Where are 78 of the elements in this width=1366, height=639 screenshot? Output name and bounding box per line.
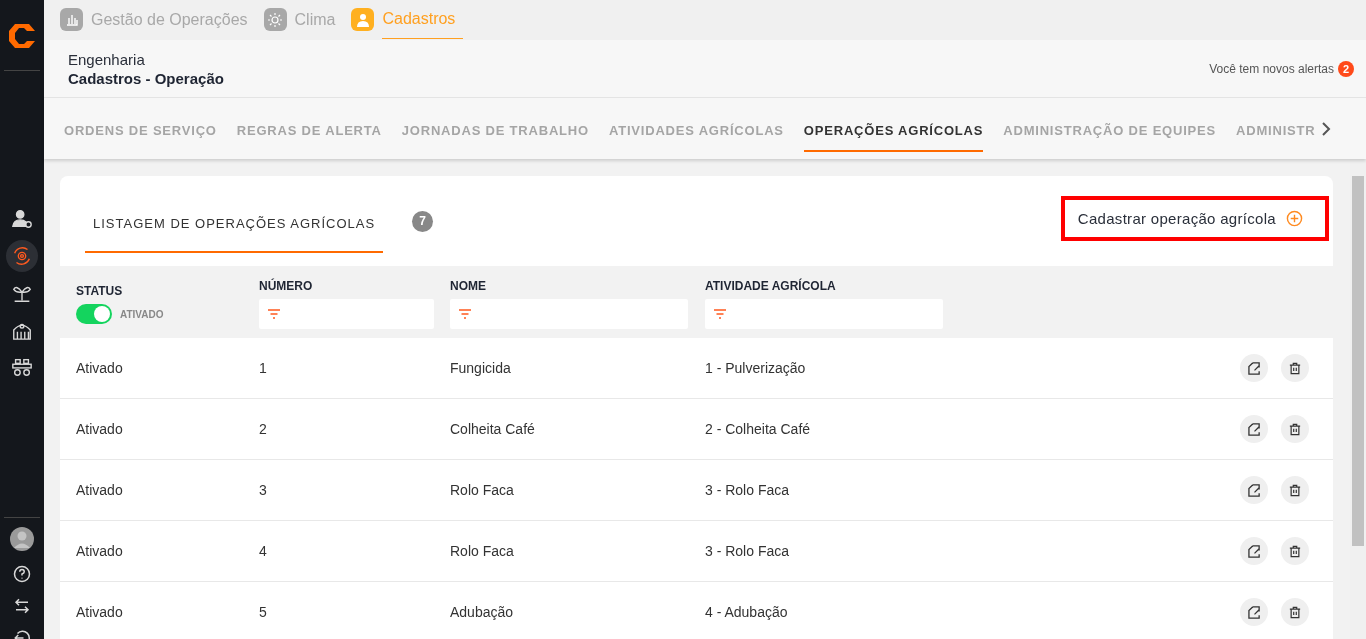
table-cell-text: 1: [259, 360, 268, 376]
table-cell-text: Ativado: [76, 421, 124, 437]
filter-icon: [458, 309, 472, 319]
table-cell-text: Ativado: [76, 482, 124, 498]
edit-icon: [1247, 422, 1261, 436]
table-cell-text: Adubação: [450, 604, 515, 620]
trash-icon: [1289, 422, 1301, 436]
delete-button[interactable]: [1281, 354, 1309, 382]
section-tab[interactable]: OPERAÇÕES AGRÍCOLAS: [803, 109, 984, 152]
table-cell-text: Ativado: [76, 543, 124, 559]
table-cell-text: 4: [259, 543, 268, 559]
plus-circle-icon: [1286, 209, 1303, 227]
add-operation-button[interactable]: Cadastrar operação agrícola: [1077, 209, 1303, 227]
filter-field[interactable]: [705, 299, 943, 329]
table-cell-text: 2: [259, 421, 268, 437]
gear-cycle-icon[interactable]: [6, 240, 38, 272]
column-header: STATUS: [76, 284, 124, 298]
table-cell-text: Colheita Café: [450, 421, 536, 437]
trash-icon: [1289, 483, 1301, 497]
section-tab[interactable]: ATIVIDADES AGRÍCOLAS: [608, 109, 784, 152]
filter-icon: [713, 309, 727, 319]
sun-icon: [267, 11, 284, 28]
avatar[interactable]: [10, 527, 34, 551]
filter-field[interactable]: [450, 299, 688, 329]
logo-icon: [7, 21, 37, 51]
toggle-label: ATIVADO: [120, 308, 164, 320]
edit-button[interactable]: [1240, 354, 1268, 382]
app-tab[interactable]: Cadastros: [351, 0, 464, 40]
table-cell-text: 3 - Rolo Faca: [705, 543, 791, 559]
section-tab[interactable]: REGRAS DE ALERTA: [236, 109, 382, 152]
section-tab[interactable]: ORDENS DE SERVIÇO: [64, 109, 217, 152]
section-tab[interactable]: ADMINISTRAÇÃO DE EQUIPES: [1003, 109, 1217, 152]
edit-button[interactable]: [1240, 537, 1268, 565]
table-cell-text: 3: [259, 482, 268, 498]
section-tab[interactable]: ADMINISTR: [1236, 109, 1316, 152]
column-header: NOME: [450, 279, 487, 293]
table-cell-text: 3 - Rolo Faca: [705, 482, 791, 498]
listing-tab[interactable]: LISTAGEM DE OPERAÇÕES AGRÍCOLAS: [85, 195, 384, 253]
user-icon: [354, 11, 371, 28]
table-cell-text: 1 - Pulverização: [705, 360, 807, 376]
trash-icon: [1289, 605, 1301, 619]
edit-icon: [1247, 483, 1261, 497]
section-tab[interactable]: JORNADAS DE TRABALHO: [401, 109, 589, 152]
filter-field[interactable]: [259, 299, 434, 329]
table-cell-text: Rolo Faca: [450, 543, 515, 559]
edit-button[interactable]: [1240, 415, 1268, 443]
table-cell-text: 4 - Adubação: [705, 604, 789, 620]
status-toggle[interactable]: [76, 304, 112, 324]
filter-icon: [267, 309, 281, 319]
column-header: ATIVIDADE AGRÍCOLA: [705, 279, 837, 293]
delete-button[interactable]: [1281, 415, 1309, 443]
delete-button[interactable]: [1281, 598, 1309, 626]
delete-button[interactable]: [1281, 537, 1309, 565]
edit-icon: [1247, 605, 1261, 619]
table-cell-text: 5: [259, 604, 268, 620]
trash-icon: [1289, 544, 1301, 558]
table-cell-text: Ativado: [76, 604, 124, 620]
table-cell-text: Rolo Faca: [450, 482, 515, 498]
app-tab[interactable]: Gestão de Operações: [60, 0, 248, 40]
help-icon[interactable]: [13, 565, 31, 583]
trash-icon: [1289, 361, 1301, 375]
column-header: NÚMERO: [259, 279, 314, 293]
edit-icon: [1247, 544, 1261, 558]
alerts-link[interactable]: Você tem novos alertas: [1209, 61, 1334, 76]
app-tab[interactable]: Clima: [263, 0, 336, 40]
delete-button[interactable]: [1281, 476, 1309, 504]
edit-button[interactable]: [1240, 476, 1268, 504]
breadcrumb-section: Engenharia: [68, 50, 224, 68]
table-cell-text: Fungicida: [450, 360, 512, 376]
swap-arrows-icon[interactable]: [13, 597, 31, 615]
table-cell-text: Ativado: [76, 360, 124, 376]
alerts-count: 2: [1338, 60, 1354, 77]
edit-icon: [1247, 361, 1261, 375]
edit-button[interactable]: [1240, 598, 1268, 626]
count-badge: 7: [412, 210, 434, 232]
chevron-right-icon[interactable]: [1321, 120, 1332, 137]
table-cell-text: 2 - Colheita Café: [705, 421, 812, 437]
page-title: Cadastros - Operação: [68, 69, 224, 87]
